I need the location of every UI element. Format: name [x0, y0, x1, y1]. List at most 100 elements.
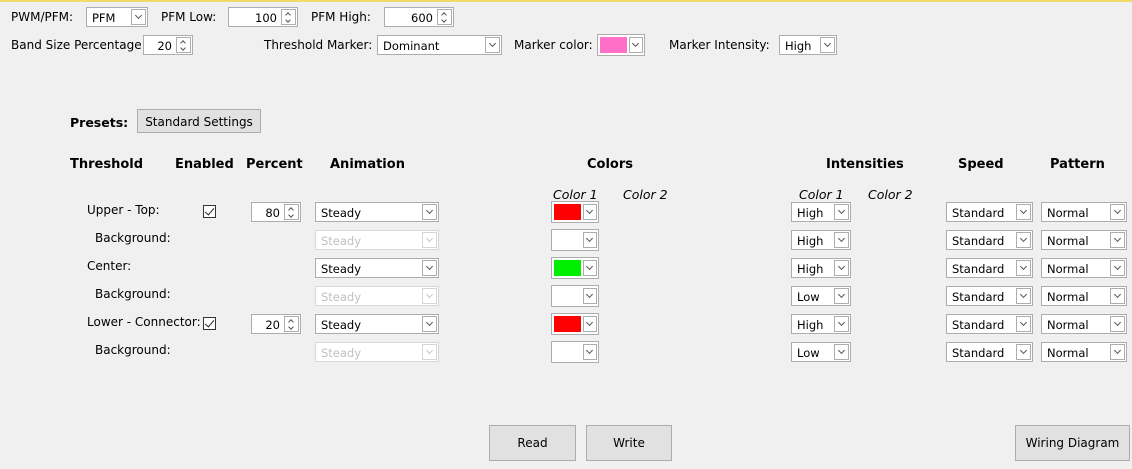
- wiring-diagram-label: Wiring Diagram: [1025, 436, 1120, 450]
- animation-select-value: Steady: [321, 290, 362, 304]
- animation-select-value: Steady: [321, 206, 362, 220]
- speed-select-value: Standard: [952, 318, 1005, 332]
- animation-select-value: Steady: [321, 346, 362, 360]
- chevron-down-icon: [1016, 204, 1031, 220]
- color1-picker[interactable]: [551, 285, 599, 307]
- marker-color-picker[interactable]: [597, 34, 645, 56]
- chevron-down-icon: [583, 260, 597, 276]
- pattern-select-value: Normal: [1047, 290, 1089, 304]
- chevron-down-icon: [834, 316, 849, 332]
- speed-select-value: Standard: [952, 290, 1005, 304]
- chevron-down-icon: [422, 288, 437, 304]
- animation-select[interactable]: Steady: [315, 314, 439, 334]
- animation-select-value: Steady: [321, 318, 362, 332]
- speed-select[interactable]: Standard: [946, 202, 1033, 222]
- color1-picker[interactable]: [551, 257, 599, 279]
- percent-value: 20: [265, 318, 280, 332]
- animation-select-value: Steady: [321, 234, 362, 248]
- animation-select[interactable]: Steady: [315, 258, 439, 278]
- animation-select: Steady: [315, 230, 439, 250]
- spin-arrows-icon[interactable]: [284, 204, 299, 220]
- row-label: Background:: [95, 231, 171, 245]
- intensity-select[interactable]: Low: [791, 286, 851, 306]
- pattern-select[interactable]: Normal: [1041, 314, 1127, 334]
- chevron-down-icon: [1110, 232, 1125, 248]
- header-threshold: Threshold: [70, 157, 144, 172]
- pfm-low-stepper[interactable]: 100: [228, 7, 298, 27]
- pattern-select-value: Normal: [1047, 234, 1089, 248]
- chevron-down-icon: [1016, 260, 1031, 276]
- color1-picker[interactable]: [551, 229, 599, 251]
- enabled-checkbox[interactable]: [203, 317, 216, 330]
- intensity-select[interactable]: High: [791, 258, 851, 278]
- chevron-down-icon: [422, 232, 437, 248]
- spin-arrows-icon[interactable]: [284, 316, 299, 332]
- speed-select[interactable]: Standard: [946, 286, 1033, 306]
- threshold-marker-label: Threshold Marker:: [264, 38, 373, 52]
- chevron-down-icon: [1016, 344, 1031, 360]
- intensity-select[interactable]: High: [791, 202, 851, 222]
- spin-arrows-icon[interactable]: [281, 9, 296, 25]
- standard-settings-button[interactable]: Standard Settings: [137, 109, 261, 133]
- animation-select: Steady: [315, 342, 439, 362]
- percent-value: 80: [265, 206, 280, 220]
- chevron-down-icon: [485, 37, 500, 53]
- speed-select[interactable]: Standard: [946, 314, 1033, 334]
- presets-label: Presets:: [70, 115, 129, 130]
- pattern-select[interactable]: Normal: [1041, 202, 1127, 222]
- chevron-down-icon: [834, 260, 849, 276]
- percent-stepper[interactable]: 20: [251, 314, 301, 334]
- intensity-select[interactable]: High: [791, 230, 851, 250]
- threshold-marker-value: Dominant: [383, 39, 440, 53]
- read-button[interactable]: Read: [489, 425, 576, 461]
- chevron-down-icon: [1110, 316, 1125, 332]
- pattern-select[interactable]: Normal: [1041, 230, 1127, 250]
- pfm-high-stepper[interactable]: 600: [384, 7, 454, 27]
- chevron-down-icon: [422, 204, 437, 220]
- speed-select[interactable]: Standard: [946, 342, 1033, 362]
- color1-picker[interactable]: [551, 341, 599, 363]
- animation-select[interactable]: Steady: [315, 202, 439, 222]
- spin-arrows-icon[interactable]: [437, 9, 452, 25]
- pattern-select[interactable]: Normal: [1041, 258, 1127, 278]
- header-enabled: Enabled: [175, 157, 234, 172]
- intensity-select[interactable]: High: [791, 314, 851, 334]
- write-button[interactable]: Write: [586, 425, 672, 461]
- chevron-down-icon: [1110, 260, 1125, 276]
- band-size-stepper[interactable]: 20: [143, 35, 193, 55]
- chevron-down-icon: [1016, 232, 1031, 248]
- chevron-down-icon: [583, 316, 597, 332]
- speed-select-value: Standard: [952, 234, 1005, 248]
- intensity-select-value: High: [797, 318, 824, 332]
- window-top-border: [0, 0, 1132, 2]
- spin-arrows-icon[interactable]: [176, 37, 191, 53]
- pwm-pfm-label: PWM/PFM:: [11, 10, 74, 24]
- color1-picker[interactable]: [551, 313, 599, 335]
- animation-select-value: Steady: [321, 262, 362, 276]
- chevron-down-icon: [834, 288, 849, 304]
- speed-select[interactable]: Standard: [946, 258, 1033, 278]
- pwm-pfm-select[interactable]: PFM: [86, 7, 148, 27]
- marker-intensity-select[interactable]: High: [779, 35, 837, 55]
- intensity-select-value: High: [797, 262, 824, 276]
- color1-picker[interactable]: [551, 201, 599, 223]
- row-label: Background:: [95, 343, 171, 357]
- standard-settings-label: Standard Settings: [145, 115, 253, 129]
- chevron-down-icon: [629, 37, 643, 53]
- chevron-down-icon: [1110, 204, 1125, 220]
- pattern-select-value: Normal: [1047, 262, 1089, 276]
- row-label: Upper - Top:: [87, 203, 160, 217]
- color-swatch: [554, 316, 581, 332]
- threshold-marker-select[interactable]: Dominant: [377, 35, 502, 55]
- intensity-select-value: High: [797, 234, 824, 248]
- intensity-select[interactable]: Low: [791, 342, 851, 362]
- speed-select[interactable]: Standard: [946, 230, 1033, 250]
- wiring-diagram-button[interactable]: Wiring Diagram: [1015, 425, 1130, 461]
- chevron-down-icon: [583, 288, 597, 304]
- color-swatch: [600, 37, 627, 53]
- speed-select-value: Standard: [952, 262, 1005, 276]
- pattern-select[interactable]: Normal: [1041, 286, 1127, 306]
- percent-stepper[interactable]: 80: [251, 202, 301, 222]
- pattern-select[interactable]: Normal: [1041, 342, 1127, 362]
- enabled-checkbox[interactable]: [203, 205, 216, 218]
